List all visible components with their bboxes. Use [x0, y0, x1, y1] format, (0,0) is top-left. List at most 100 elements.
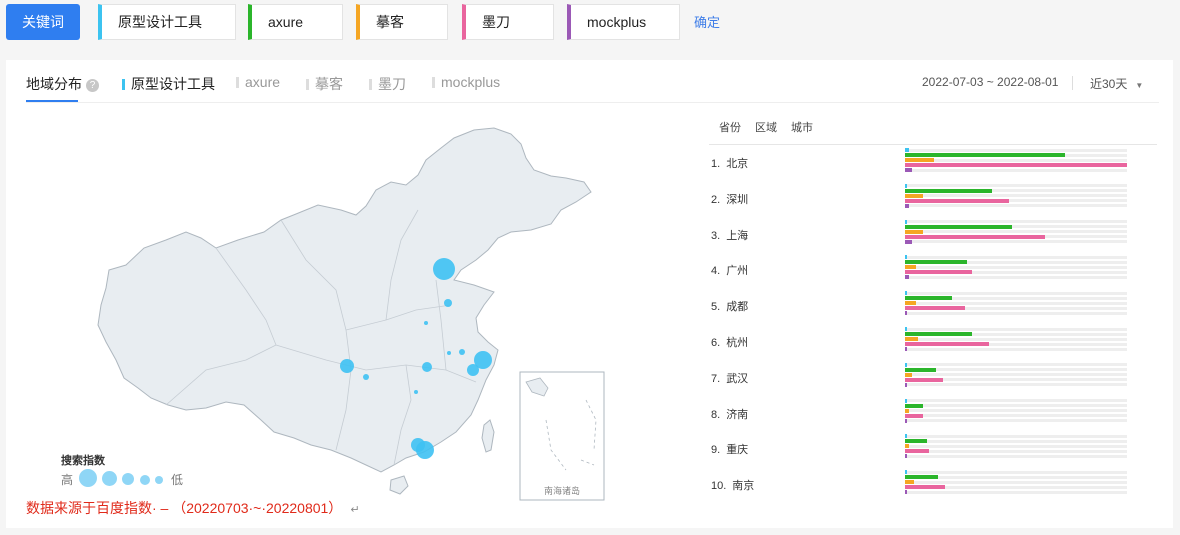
help-icon[interactable]: ?	[86, 79, 99, 92]
keyword-chip-5[interactable]: mockplus	[567, 4, 680, 40]
city-label: 6. 杭州	[711, 331, 748, 355]
bar-series-2	[905, 260, 968, 265]
city-name: 武汉	[726, 372, 749, 385]
bar-series-3	[905, 265, 917, 270]
bar-series-1	[905, 255, 908, 260]
city-row[interactable]: 5. 成都	[709, 291, 1157, 319]
series-color-marker	[122, 79, 125, 90]
series-tab-2[interactable]: axure	[236, 74, 280, 90]
bar-series-1	[905, 183, 908, 188]
bubble-small-1[interactable]	[447, 351, 451, 355]
bar-track	[905, 255, 1127, 259]
city-rank: 6.	[711, 337, 721, 349]
bar-track	[905, 184, 1127, 188]
bubble-hangzhou[interactable]	[467, 364, 479, 376]
city-row[interactable]: 7. 武汉	[709, 362, 1157, 391]
bar-track	[905, 148, 1127, 152]
bar-series-4	[905, 342, 990, 346]
tabs-divider	[26, 102, 1159, 103]
bar-series-3	[905, 444, 910, 449]
bar-series-2	[905, 188, 992, 193]
series-tab-label: 原型设计工具	[131, 76, 215, 92]
city-row[interactable]: 1. 北京	[709, 148, 1157, 176]
legend-dot-3	[122, 473, 134, 485]
tab-region-distribution[interactable]: 地域分布?	[26, 74, 99, 94]
city-bars	[905, 219, 1127, 246]
city-rank: 1.	[711, 158, 721, 170]
bar-track	[905, 194, 1127, 198]
city-label: 7. 武汉	[711, 367, 748, 391]
series-tab-5[interactable]: mockplus	[432, 74, 500, 90]
city-row[interactable]: 10. 南京	[709, 470, 1157, 498]
keyword-chip-2[interactable]: axure	[248, 4, 343, 40]
bar-track	[905, 470, 1127, 474]
bar-series-4	[905, 163, 1127, 167]
bar-track	[905, 404, 1127, 408]
bar-series-5	[905, 418, 908, 423]
city-row[interactable]: 4. 广州	[709, 255, 1157, 283]
bubble-wuhan[interactable]	[422, 362, 432, 372]
china-map: 南海诸岛	[97, 127, 605, 501]
city-bars	[905, 148, 1127, 174]
bar-series-1	[905, 398, 907, 403]
divider	[1072, 76, 1073, 90]
confirm-link[interactable]: 确定	[694, 12, 720, 31]
bubble-small-2[interactable]	[414, 390, 418, 394]
city-bars	[905, 398, 1127, 425]
bar-series-2	[905, 439, 928, 444]
bar-track	[905, 419, 1127, 423]
legend-dot-1	[79, 469, 97, 487]
keyword-chip-3[interactable]: 摹客	[356, 4, 448, 40]
bubble-shenzhen[interactable]	[416, 441, 434, 459]
bar-track	[905, 383, 1127, 387]
return-mark-icon: ↵	[350, 504, 360, 516]
city-bars	[905, 255, 1127, 281]
bubble-chengdu[interactable]	[340, 359, 354, 373]
bar-series-5	[905, 275, 910, 280]
keyword-chip-1[interactable]: 原型设计工具	[98, 4, 236, 40]
series-tab-3[interactable]: 摹客	[306, 74, 343, 94]
bar-track	[905, 220, 1127, 224]
legend-low-label: 低	[171, 473, 184, 487]
series-tab-1[interactable]: 原型设计工具	[122, 74, 215, 94]
bar-series-3	[905, 372, 912, 377]
bubble-small-3[interactable]	[424, 321, 428, 325]
city-row[interactable]: 6. 杭州	[709, 327, 1157, 355]
bar-series-1	[905, 327, 908, 331]
bubble-nanjing[interactable]	[459, 349, 465, 355]
bubble-beijing[interactable]	[433, 258, 455, 280]
bar-series-4	[905, 270, 972, 275]
bar-series-2	[905, 224, 1012, 229]
taiwan-shape	[481, 419, 495, 453]
bar-track	[905, 240, 1127, 244]
city-row[interactable]: 8. 济南	[709, 398, 1157, 427]
hainan-shape	[389, 475, 409, 495]
period-dropdown[interactable]: 近30天 ▼	[1090, 75, 1143, 92]
period-label: 近30天	[1090, 77, 1128, 91]
bar-series-5	[905, 311, 908, 316]
bubble-jinan[interactable]	[444, 299, 452, 307]
bar-track	[905, 454, 1127, 458]
series-tab-4[interactable]: 墨刀	[369, 74, 406, 94]
bubble-chongqing[interactable]	[363, 374, 369, 380]
city-row[interactable]: 2. 深圳	[709, 183, 1157, 212]
china-mainland-shape	[97, 127, 592, 473]
city-name: 北京	[726, 158, 749, 170]
bar-series-5	[905, 454, 908, 459]
series-color-marker	[306, 79, 309, 90]
tab-province[interactable]: 省份	[719, 122, 741, 134]
south-china-sea-inset: 南海诸岛	[519, 371, 605, 501]
bar-track	[905, 449, 1127, 453]
bar-series-1	[905, 434, 907, 439]
bar-track	[905, 363, 1127, 367]
series-tab-label: axure	[245, 74, 281, 90]
data-source-note: 数据来源于百度指数· – （20220703·~·20220801） ↵	[26, 498, 360, 518]
city-row[interactable]: 3. 上海	[709, 219, 1157, 248]
bar-series-2	[905, 367, 937, 372]
city-rank: 10.	[711, 480, 727, 493]
city-row[interactable]: 9. 重庆	[709, 434, 1157, 462]
keyword-button[interactable]: 关键词	[6, 4, 80, 40]
keyword-chip-4[interactable]: 墨刀	[462, 4, 554, 40]
tab-area[interactable]: 区域	[755, 122, 777, 134]
tab-city[interactable]: 城市	[791, 122, 813, 134]
